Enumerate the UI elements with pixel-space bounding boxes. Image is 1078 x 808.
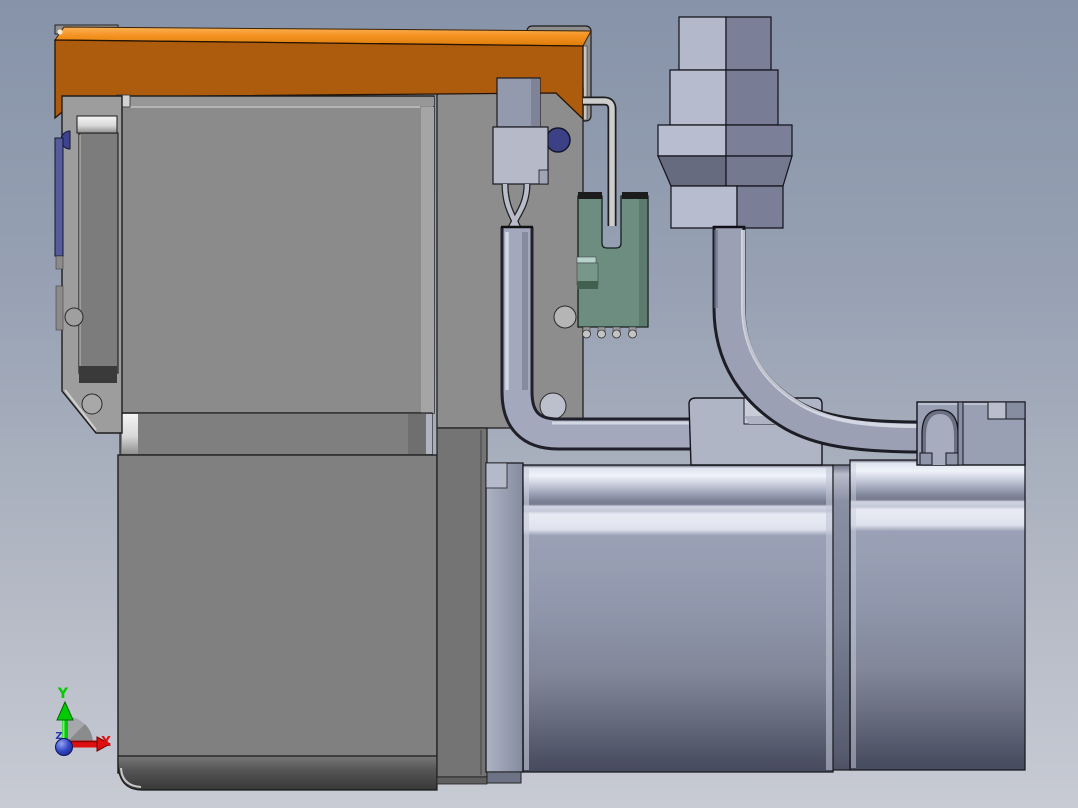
x-axis-label: X [101, 735, 111, 750]
servo-motor[interactable] [485, 459, 1026, 784]
cad-viewport[interactable]: Y X Z [0, 0, 1078, 808]
coordinate-triad[interactable]: Y X Z [55, 686, 112, 756]
bracket-hole-lower [81, 393, 103, 415]
left-bracket[interactable] [54, 95, 123, 434]
cable-clamp-bracket[interactable] [916, 401, 1026, 466]
y-axis-label: Y [57, 686, 69, 702]
bracket-hole-upper [64, 307, 84, 327]
front-panel[interactable] [116, 94, 435, 456]
pcb-top-cap-left [578, 192, 602, 199]
motor-front-flange[interactable] [485, 462, 524, 784]
pcb-pins [582, 326, 637, 339]
signal-connector[interactable] [492, 77, 549, 185]
motor-gap-ring [832, 464, 851, 771]
screw-hole-light [553, 305, 577, 329]
pcb-top-cap-right [622, 192, 648, 199]
corner-highlight [57, 29, 63, 35]
side-rail [54, 137, 64, 257]
power-connector[interactable] [657, 16, 793, 229]
motor-rear-housing[interactable] [849, 459, 1026, 771]
housing-side-wall [436, 427, 488, 778]
clamp-notch-left [987, 401, 1007, 420]
hinge-recess [119, 412, 433, 456]
bracket-pin [76, 115, 118, 134]
bracket-window-panel [78, 132, 119, 374]
lower-housing[interactable] [117, 427, 488, 791]
screw-hole-navy [545, 127, 571, 153]
origin-sphere [55, 738, 73, 756]
motor-body[interactable] [522, 464, 834, 773]
clamp-notch-right [1005, 401, 1026, 420]
cable-exit-hole [539, 392, 567, 420]
